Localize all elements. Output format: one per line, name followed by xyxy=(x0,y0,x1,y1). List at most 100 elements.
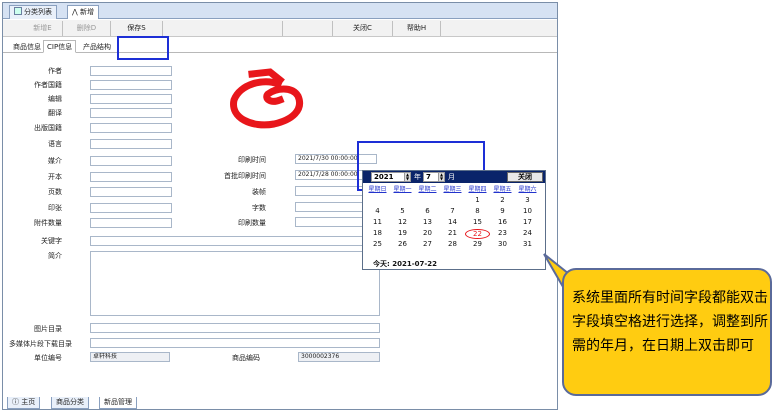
editor-field[interactable] xyxy=(90,94,172,104)
calendar-day[interactable]: 30 xyxy=(490,240,515,248)
save-button[interactable]: 保存S xyxy=(111,21,163,36)
close-button[interactable]: 关闭C xyxy=(333,21,393,36)
label-word-count: 字数 xyxy=(252,204,266,212)
label-translator: 翻译 xyxy=(48,109,62,117)
calendar-day[interactable]: 17 xyxy=(515,218,540,226)
calendar-today-label[interactable]: 今天: 2021-07-22 xyxy=(373,259,437,269)
pages-field[interactable] xyxy=(90,187,172,197)
author-country-field[interactable] xyxy=(90,80,172,90)
calendar-day[interactable]: 26 xyxy=(390,240,415,248)
callout-text: 系统里面所有时间字段都能双击字段填空格进行选择，调整到所需的年月，在日期上双击即… xyxy=(572,290,768,354)
label-format: 开本 xyxy=(48,173,62,181)
callout-bubble: 系统里面所有时间字段都能双击字段填空格进行选择，调整到所需的年月，在日期上双击即… xyxy=(562,268,772,396)
calendar-day[interactable]: 24 xyxy=(515,229,540,237)
label-print-time: 印刷时间 xyxy=(238,156,266,164)
tab-home[interactable]: ⓘ 主页 xyxy=(7,397,41,409)
tab-new-product-management[interactable]: 新品管理 xyxy=(99,397,137,409)
spinner-arrows-icon[interactable]: ▲ ▼ xyxy=(404,173,410,181)
calendar-day[interactable]: 18 xyxy=(365,229,390,237)
label-image-catalog: 图片目录 xyxy=(34,325,62,333)
toolbar-spacer-2 xyxy=(283,21,333,36)
tab-new[interactable]: ⋀ 新增 xyxy=(67,5,99,19)
calendar-day[interactable]: 13 xyxy=(415,218,440,226)
help-button[interactable]: 帮助H xyxy=(393,21,441,36)
label-print-sheets: 印张 xyxy=(48,204,62,212)
weekday-wed: 星期三 xyxy=(443,186,462,193)
calendar-day[interactable]: 3 xyxy=(515,196,540,204)
add-button[interactable]: 新增E xyxy=(23,21,63,36)
calendar-day[interactable]: 12 xyxy=(390,218,415,226)
calendar-day[interactable]: 1 xyxy=(465,196,490,204)
language-field[interactable] xyxy=(90,139,172,149)
weekday-sat: 星期六 xyxy=(518,186,537,193)
tab-category-list[interactable]: 分类列表 xyxy=(9,5,57,19)
label-attachments: 附件数量 xyxy=(34,219,62,227)
pub-country-field[interactable] xyxy=(90,123,172,133)
label-medium: 媒介 xyxy=(48,157,62,165)
print-sheets-field[interactable] xyxy=(90,203,172,213)
calendar-day[interactable]: 28 xyxy=(440,240,465,248)
label-binding: 装帧 xyxy=(252,188,266,196)
calendar-day[interactable]: 9 xyxy=(490,207,515,215)
unit-code-field[interactable]: 卓轩科技 xyxy=(90,352,170,362)
calendar-day[interactable]: 4 xyxy=(365,207,390,215)
media-url-field[interactable] xyxy=(90,338,380,348)
calendar-day[interactable]: 8 xyxy=(465,207,490,215)
calendar-day[interactable]: 7 xyxy=(440,207,465,215)
summary-textarea[interactable] xyxy=(90,251,380,316)
label-pages: 页数 xyxy=(48,188,62,196)
calendar-day[interactable]: 5 xyxy=(390,207,415,215)
month-unit: 月 xyxy=(448,173,455,181)
sub-tab-bar: 商品信息 CIP信息 产品结构 xyxy=(3,39,557,53)
chevron-up-icon: ⋀ xyxy=(72,8,78,16)
calendar-day[interactable]: 31 xyxy=(515,240,540,248)
month-spinner[interactable]: 7 ▲ ▼ xyxy=(423,172,445,182)
top-tab-bar: 分类列表 ⋀ 新增 xyxy=(3,3,557,19)
calendar-day[interactable]: 20 xyxy=(415,229,440,237)
calendar-day[interactable]: 25 xyxy=(365,240,390,248)
calendar-day[interactable]: 19 xyxy=(390,229,415,237)
toolbar: 新增E 删除D 保存S 关闭C 帮助H xyxy=(3,20,557,37)
product-code-field[interactable]: 3000002376 xyxy=(298,352,380,362)
date-picker-popup: 2021 ▲ ▼ 年 7 ▲ ▼ 月 关闭 星期日 星期一 星期二 星期三 星期四 … xyxy=(362,170,546,270)
calendar-close-button[interactable]: 关闭 xyxy=(507,172,543,182)
tab-product-category[interactable]: 商品分类 xyxy=(51,397,89,409)
spinner-arrows-icon[interactable]: ▲ ▼ xyxy=(438,173,444,181)
image-catalog-field[interactable] xyxy=(90,323,380,333)
translator-field[interactable] xyxy=(90,108,172,118)
keywords-field[interactable] xyxy=(90,236,378,246)
label-editor: 编辑 xyxy=(48,95,62,103)
weekday-sun: 星期日 xyxy=(368,186,387,193)
medium-field[interactable] xyxy=(90,156,172,166)
tab-cip-info[interactable]: CIP信息 xyxy=(43,40,77,53)
calendar-day[interactable]: 14 xyxy=(440,218,465,226)
product-image-scribble xyxy=(222,62,312,140)
calendar-day[interactable]: 11 xyxy=(365,218,390,226)
attachments-field[interactable] xyxy=(90,218,172,228)
weekday-thu: 星期四 xyxy=(468,186,487,193)
weekday-mon: 星期一 xyxy=(393,186,412,193)
author-field[interactable] xyxy=(90,66,172,76)
calendar-day[interactable]: 15 xyxy=(465,218,490,226)
weekday-tue: 星期二 xyxy=(418,186,437,193)
list-icon xyxy=(14,7,22,15)
calendar-day[interactable]: 29 xyxy=(465,240,490,248)
calendar-day[interactable]: 10 xyxy=(515,207,540,215)
calendar-day[interactable]: 23 xyxy=(490,229,515,237)
help-circle-icon: ⓘ xyxy=(12,398,19,406)
format-field[interactable] xyxy=(90,172,172,182)
year-spinner[interactable]: 2021 ▲ ▼ xyxy=(371,172,411,182)
label-media-url: 多媒体片段下载目录 xyxy=(9,340,72,348)
calendar-day[interactable]: 22 xyxy=(465,229,490,239)
tab-product-structure[interactable]: 产品结构 xyxy=(79,40,115,53)
calendar-header: 2021 ▲ ▼ 年 7 ▲ ▼ 月 关闭 xyxy=(363,171,545,183)
calendar-day[interactable]: 21 xyxy=(440,229,465,237)
label-keywords: 关键字 xyxy=(41,237,62,245)
label-pub-country: 出版国籍 xyxy=(34,124,62,132)
calendar-day[interactable]: 27 xyxy=(415,240,440,248)
calendar-day[interactable]: 6 xyxy=(415,207,440,215)
calendar-day[interactable]: 16 xyxy=(490,218,515,226)
delete-button[interactable]: 删除D xyxy=(63,21,111,36)
tab-product-info[interactable]: 商品信息 xyxy=(9,40,45,53)
calendar-day[interactable]: 2 xyxy=(490,196,515,204)
